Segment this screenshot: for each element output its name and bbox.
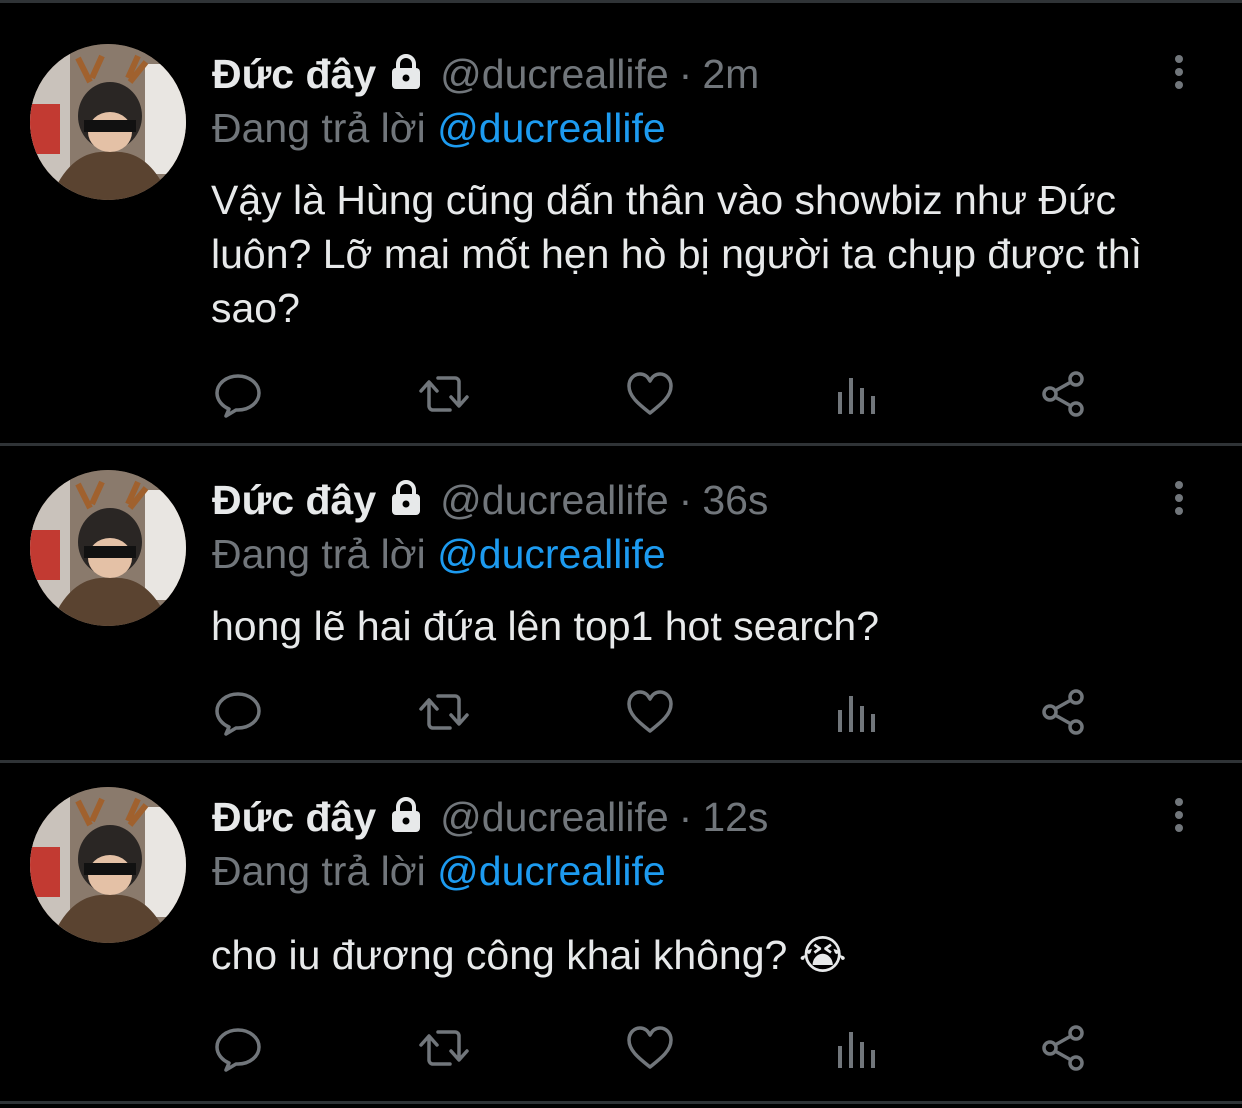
reply-icon[interactable] [212,1022,268,1078]
tweet-text: Vậy là Hùng cũng dấn thân vào showbiz nh… [211,173,1201,335]
tweet-header: Đức đây @ducreallife · 12s [212,791,768,846]
crying-face-emoji: 😭 [798,932,847,978]
avatar[interactable] [30,44,186,200]
display-name[interactable]: Đức đây [212,477,376,523]
analytics-icon[interactable] [832,686,888,742]
lock-icon [386,794,426,846]
tweet[interactable]: Đức đây @ducreallife · 36s Đang trả lời @du… [0,446,1242,760]
analytics-icon[interactable] [832,368,888,424]
action-bar [212,686,1112,742]
more-vertical-icon[interactable] [1164,478,1194,518]
tweet-header: Đức đây @ducreallife · 2m [212,48,759,103]
retweet-icon[interactable] [416,686,472,742]
tweet-divider [0,1101,1242,1104]
share-icon[interactable] [1038,1022,1094,1078]
mention-link[interactable]: @ducreallife [437,848,666,894]
share-icon[interactable] [1038,686,1094,742]
tweet-text: cho iu đương công khai không? 😭 [211,928,1201,982]
separator-dot: · [678,51,693,97]
timestamp[interactable]: 12s [702,794,768,840]
like-icon[interactable] [624,686,680,742]
timestamp[interactable]: 2m [702,51,759,97]
tweet-text-body: Vậy là Hùng cũng dấn thân vào showbiz nh… [211,177,1143,331]
replying-to: Đang trả lời @ducreallife [212,845,666,897]
replying-to: Đang trả lời @ducreallife [212,528,666,580]
retweet-icon[interactable] [416,1022,472,1078]
user-handle[interactable]: @ducreallife [440,477,669,523]
more-vertical-icon[interactable] [1164,52,1194,92]
retweet-icon[interactable] [416,368,472,424]
replying-to: Đang trả lời @ducreallife [212,102,666,154]
like-icon[interactable] [624,1022,680,1078]
tweet[interactable]: Đức đây @ducreallife · 12s Đang trả lời @du… [0,763,1242,1101]
mention-link[interactable]: @ducreallife [437,105,666,151]
like-icon[interactable] [624,368,680,424]
lock-icon [386,477,426,529]
tweet-text-body: hong lẽ hai đứa lên top1 hot search? [211,603,879,649]
tweet[interactable]: Đức đây @ducreallife · 2m Đang trả lời @duc… [0,0,1242,443]
action-bar [212,368,1112,424]
avatar[interactable] [30,470,186,626]
mention-link[interactable]: @ducreallife [437,531,666,577]
action-bar [212,1022,1112,1078]
more-vertical-icon[interactable] [1164,795,1194,835]
lock-icon [386,51,426,103]
timestamp[interactable]: 36s [702,477,768,523]
analytics-icon[interactable] [832,1022,888,1078]
tweet-text-body: cho iu đương công khai không? [211,932,799,978]
separator-dot: · [678,477,693,523]
tweet-text: hong lẽ hai đứa lên top1 hot search? [211,599,1201,653]
reply-icon[interactable] [212,368,268,424]
replying-to-label: Đang trả lời [212,531,426,577]
display-name[interactable]: Đức đây [212,794,376,840]
separator-dot: · [678,794,693,840]
reply-icon[interactable] [212,686,268,742]
share-icon[interactable] [1038,368,1094,424]
user-handle[interactable]: @ducreallife [440,51,669,97]
user-handle[interactable]: @ducreallife [440,794,669,840]
avatar[interactable] [30,787,186,943]
replying-to-label: Đang trả lời [212,848,426,894]
display-name[interactable]: Đức đây [212,51,376,97]
tweet-header: Đức đây @ducreallife · 36s [212,474,768,529]
replying-to-label: Đang trả lời [212,105,426,151]
